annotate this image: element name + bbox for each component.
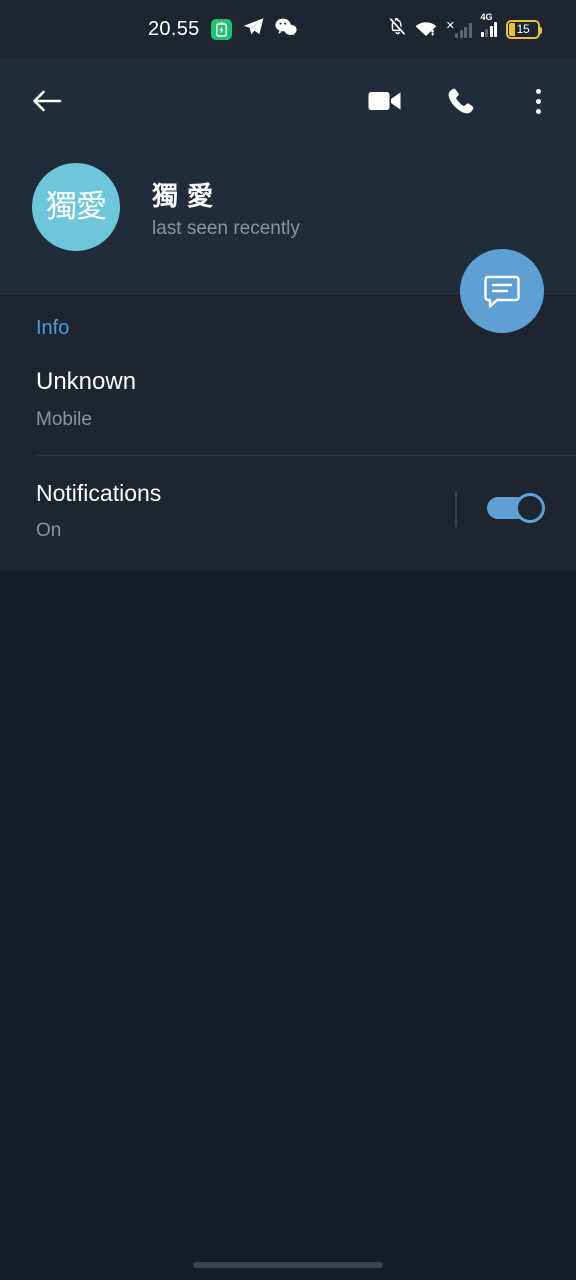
- toggle-thumb: [515, 493, 545, 523]
- telegram-icon: [243, 17, 264, 41]
- wechat-icon: [274, 18, 297, 41]
- notifications-toggle[interactable]: [487, 493, 545, 523]
- status-bar-left: 20.55: [148, 0, 297, 58]
- battery-icon: 15: [506, 19, 542, 39]
- status-bar: 20.55 ✕ 4G 15: [0, 0, 576, 58]
- avatar[interactable]: 獨愛: [32, 163, 120, 251]
- more-options-button[interactable]: [524, 82, 552, 120]
- contact-name: 獨 愛: [152, 182, 214, 212]
- phone-screen: 20.55 ✕ 4G 15 獨愛 獨 愛 last seen recently …: [0, 0, 576, 1280]
- status-bar-clock: 20.55: [148, 17, 200, 40]
- notifications-muted-icon: [389, 17, 407, 41]
- contact-last-seen: last seen recently: [152, 218, 300, 239]
- signal-4g-icon: 4G: [480, 12, 497, 37]
- overflow-menu-icon: [535, 88, 541, 114]
- phone-icon: [448, 88, 474, 114]
- info-row-label: Mobile: [36, 409, 92, 430]
- section-divider: [36, 455, 576, 456]
- back-button[interactable]: [28, 82, 66, 120]
- empty-content-area: [0, 570, 576, 1280]
- notifications-title: Notifications: [36, 480, 162, 506]
- details-card: Info Unknown Mobile Notifications On: [0, 294, 576, 570]
- wifi-icon: [415, 18, 437, 41]
- info-row-value: Unknown: [36, 368, 137, 395]
- video-call-button[interactable]: [364, 82, 406, 120]
- home-gesture-indicator[interactable]: [193, 1262, 383, 1268]
- status-bar-right: ✕ 4G 15: [389, 0, 542, 58]
- signal-no-sim-icon: ✕: [446, 20, 472, 38]
- notifications-vertical-divider: [455, 491, 457, 527]
- battery-saver-icon: [210, 18, 232, 40]
- video-camera-icon: [368, 92, 401, 110]
- voice-call-button[interactable]: [442, 82, 480, 120]
- back-arrow-icon: [33, 90, 62, 112]
- app-bar: [0, 58, 576, 144]
- info-section-title: Info: [36, 317, 70, 339]
- message-bubble-icon: [484, 275, 520, 308]
- notifications-state: On: [36, 520, 62, 541]
- send-message-fab[interactable]: [460, 249, 544, 333]
